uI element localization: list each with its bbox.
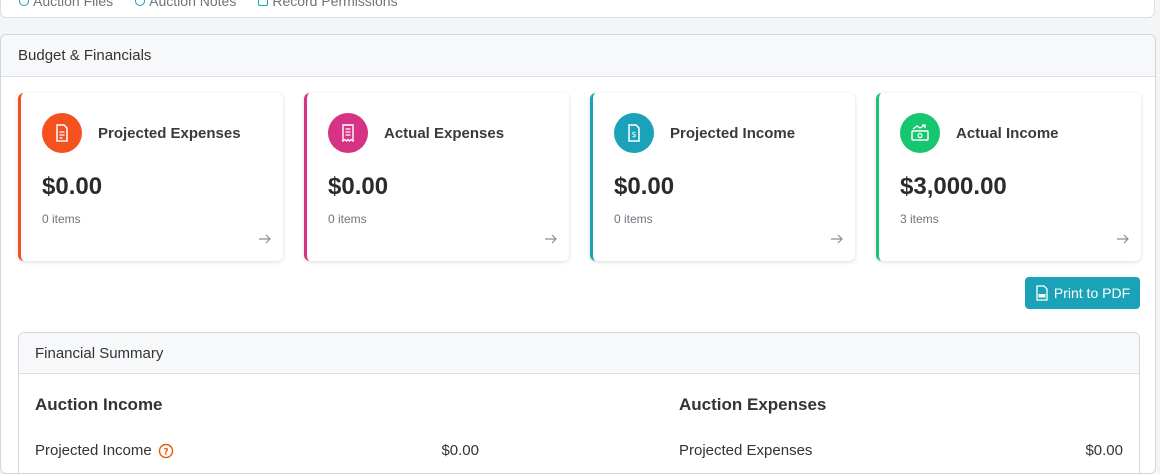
projected-income-label: Projected Income xyxy=(35,442,152,459)
link-record-permissions[interactable]: Record Permissions xyxy=(258,0,398,9)
circle-icon xyxy=(19,0,29,6)
card-title: Actual Expenses xyxy=(384,125,505,142)
stat-cards: Projected Expenses $0.00 0 items Actual … xyxy=(18,93,1141,261)
card-count: 0 items xyxy=(328,212,367,226)
invoice-dollar-icon: $ xyxy=(614,113,654,153)
card-amount: $0.00 xyxy=(42,173,103,200)
top-links-strip: Auction Files Auction Notes Record Permi… xyxy=(0,0,1155,18)
money-growth-icon xyxy=(900,113,940,153)
link-auction-files[interactable]: Auction Files xyxy=(19,0,113,9)
card-count: 0 items xyxy=(42,212,81,226)
panel-title: Budget & Financials xyxy=(1,35,1155,77)
card-actual-income[interactable]: Actual Income $3,000.00 3 items xyxy=(876,93,1141,261)
expenses-heading: Auction Expenses xyxy=(679,395,827,414)
projected-income-value: $0.00 xyxy=(441,442,479,459)
svg-text:$: $ xyxy=(631,130,636,139)
arrow-right-icon[interactable] xyxy=(1115,231,1131,247)
card-title: Actual Income xyxy=(956,125,1059,142)
document-icon xyxy=(42,113,82,153)
budget-panel: Budget & Financials Projected Expenses $… xyxy=(0,34,1156,474)
svg-text:?: ? xyxy=(163,447,168,457)
projected-expenses-row: Projected Expenses xyxy=(679,442,812,459)
arrow-right-icon[interactable] xyxy=(543,231,559,247)
financial-summary: Financial Summary Auction Income Project… xyxy=(18,332,1140,473)
projected-expenses-value: $0.00 xyxy=(1085,442,1123,459)
help-icon[interactable]: ? xyxy=(158,443,174,459)
top-links: Auction Files Auction Notes Record Permi… xyxy=(19,0,398,9)
card-count: 3 items xyxy=(900,212,939,226)
link-auction-notes[interactable]: Auction Notes xyxy=(135,0,236,9)
card-actual-expenses[interactable]: Actual Expenses $0.00 0 items xyxy=(304,93,569,261)
summary-title: Financial Summary xyxy=(19,333,1139,374)
print-to-pdf-button[interactable]: Print to PDF xyxy=(1025,277,1140,309)
card-amount: $0.00 xyxy=(328,173,389,200)
circle-icon xyxy=(135,0,146,6)
card-amount: $3,000.00 xyxy=(900,173,1007,200)
print-label: Print to PDF xyxy=(1053,285,1131,301)
income-heading: Auction Income xyxy=(35,395,163,414)
square-icon xyxy=(258,0,269,6)
card-title: Projected Expenses xyxy=(98,125,241,142)
card-title: Projected Income xyxy=(670,125,796,142)
file-pdf-icon xyxy=(1036,285,1048,301)
projected-income-row: Projected Income ? xyxy=(35,442,174,459)
card-amount: $0.00 xyxy=(614,173,675,200)
card-projected-income[interactable]: $ Projected Income $0.00 0 items xyxy=(590,93,855,261)
card-count: 0 items xyxy=(614,212,653,226)
receipt-icon xyxy=(328,113,368,153)
arrow-right-icon[interactable] xyxy=(257,231,273,247)
arrow-right-icon[interactable] xyxy=(829,231,845,247)
projected-expenses-label: Projected Expenses xyxy=(679,442,813,459)
card-projected-expenses[interactable]: Projected Expenses $0.00 0 items xyxy=(18,93,283,261)
